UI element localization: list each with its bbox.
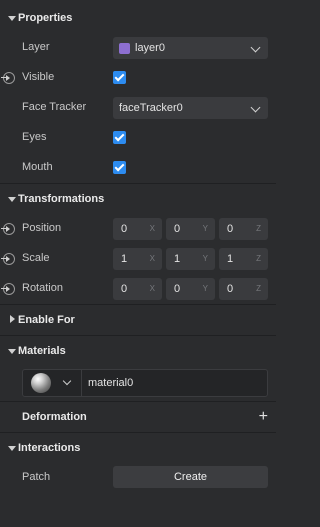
rotation-x-field[interactable]: 0X (113, 278, 162, 300)
properties-title: Properties (18, 12, 73, 24)
position-x-field[interactable]: 0X (113, 218, 162, 240)
axis-letter: X (149, 224, 155, 233)
visible-label: Visible (22, 71, 55, 83)
visible-checkbox[interactable] (113, 71, 126, 84)
chevron-down-icon (250, 42, 261, 53)
eyes-row: Eyes (0, 123, 276, 153)
axis-letter: Y (202, 284, 208, 293)
rotation-y-field[interactable]: 0Y (166, 278, 215, 300)
transformations-title: Transformations (18, 193, 105, 205)
materials-title: Materials (18, 345, 66, 357)
eyes-label: Eyes (22, 131, 47, 143)
collapse-triangle-icon (0, 14, 18, 23)
enable-for-title: Enable For (18, 314, 75, 326)
face-tracker-row: Face Tracker faceTracker0 (0, 93, 276, 123)
axis-letter: Z (256, 284, 261, 293)
materials-section-header[interactable]: Materials (0, 336, 276, 366)
position-y-field[interactable]: 0Y (166, 218, 215, 240)
visible-row: Visible (0, 63, 276, 93)
face-tracker-value: faceTracker0 (119, 102, 183, 114)
layer-label: Layer (22, 41, 50, 53)
mouth-row: Mouth (0, 153, 276, 183)
eyes-checkbox[interactable] (113, 131, 126, 144)
numeric-value: 0 (227, 283, 234, 295)
scale-z-field[interactable]: 1Z (219, 248, 268, 270)
layer-color-swatch (119, 42, 130, 54)
chevron-down-icon (250, 102, 261, 113)
numeric-value: 0 (174, 223, 181, 235)
scale-row: Scale 1X 1Y 1Z (0, 244, 276, 274)
mouth-checkbox[interactable] (113, 161, 126, 174)
axis-letter: X (149, 284, 155, 293)
scale-label: Scale (22, 252, 50, 264)
create-patch-button[interactable]: Create (113, 466, 268, 488)
rotation-z-field[interactable]: 0Z (219, 278, 268, 300)
patch-connect-icon[interactable] (1, 253, 15, 265)
enable-for-section-header[interactable]: Enable For (0, 305, 276, 335)
position-label: Position (22, 222, 62, 234)
patch-connect-icon[interactable] (1, 72, 15, 84)
transformations-section-header[interactable]: Transformations (0, 184, 276, 214)
deformation-title: Deformation (22, 411, 87, 423)
numeric-value: 0 (227, 223, 234, 235)
patch-row: Patch Create (0, 463, 276, 493)
interactions-section-header[interactable]: Interactions (0, 433, 276, 463)
layer-dropdown[interactable]: layer0 (113, 37, 268, 59)
layer-value: layer0 (135, 42, 165, 54)
face-tracker-label: Face Tracker (22, 101, 87, 113)
numeric-value: 0 (174, 283, 181, 295)
patch-label: Patch (22, 471, 51, 483)
rotation-row: Rotation 0X 0Y 0Z (0, 274, 276, 304)
numeric-value: 0 (121, 223, 128, 235)
scale-x-field[interactable]: 1X (113, 248, 162, 270)
position-row: Position 0X 0Y 0Z (0, 214, 276, 244)
chevron-down-icon (62, 376, 72, 386)
rotation-label: Rotation (22, 282, 63, 294)
axis-letter: Z (256, 224, 261, 233)
axis-letter: Z (256, 254, 261, 263)
mouth-label: Mouth (22, 161, 53, 173)
numeric-value: 1 (227, 253, 234, 265)
collapse-triangle-icon (0, 195, 18, 204)
patch-connect-icon[interactable] (1, 223, 15, 235)
numeric-value: 1 (174, 253, 181, 265)
add-icon[interactable]: + (259, 408, 268, 426)
material-slot[interactable]: material0 (22, 369, 268, 397)
interactions-title: Interactions (18, 442, 81, 454)
material-picker[interactable] (23, 370, 82, 396)
layer-row: Layer layer0 (0, 33, 276, 63)
properties-section-header[interactable]: Properties (0, 3, 276, 33)
axis-letter: Y (202, 254, 208, 263)
collapse-triangle-icon (0, 347, 18, 356)
deformation-section-header: Deformation + (0, 402, 276, 432)
position-z-field[interactable]: 0Z (219, 218, 268, 240)
properties-panel: Properties Layer layer0 Visible Face Tra… (0, 0, 276, 527)
face-tracker-dropdown[interactable]: faceTracker0 (113, 97, 268, 119)
expand-triangle-icon (0, 315, 18, 325)
numeric-value: 1 (121, 253, 128, 265)
material-name: material0 (88, 377, 134, 389)
material-sphere-icon (31, 373, 51, 393)
axis-letter: Y (202, 224, 208, 233)
axis-letter: X (149, 254, 155, 263)
material-row: material0 (0, 368, 276, 398)
collapse-triangle-icon (0, 444, 18, 453)
patch-connect-icon[interactable] (1, 283, 15, 295)
numeric-value: 0 (121, 283, 128, 295)
scale-y-field[interactable]: 1Y (166, 248, 215, 270)
